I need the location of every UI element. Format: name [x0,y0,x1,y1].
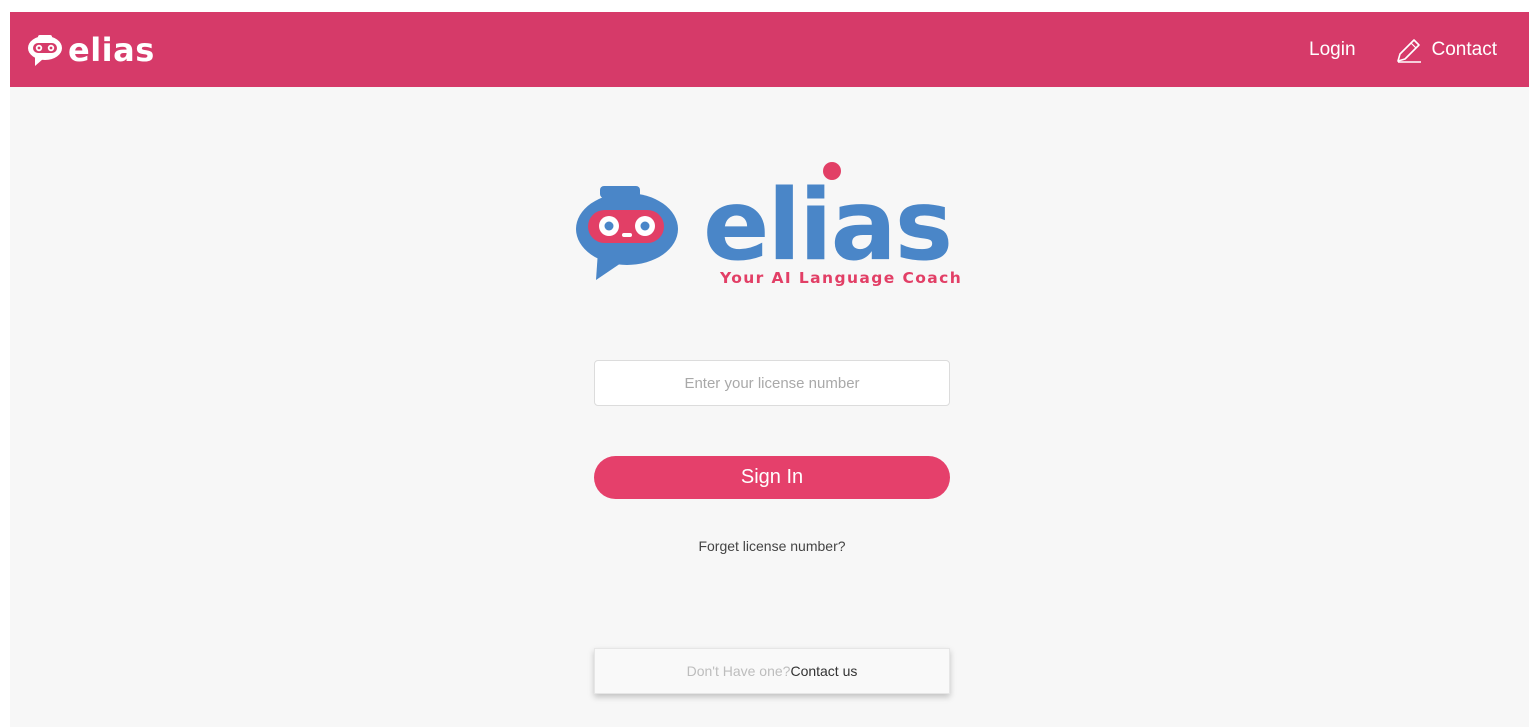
contact-us-link[interactable]: Contact us [790,663,857,679]
nav-links: Login Contact [1309,35,1497,65]
nav-contact-label: Contact [1431,38,1497,60]
hero-logo-graphic: elias Your AI Language Coach [576,162,962,287]
sign-in-button[interactable]: Sign In [594,456,950,499]
brand-name: elias [68,30,155,69]
logo-dot [823,162,841,180]
pen-icon [1396,38,1421,63]
app-container: elias Login Contact elias Your AI Langua… [10,12,1529,727]
brand[interactable]: elias [26,33,155,67]
nav-login-link[interactable]: Login [1309,39,1356,61]
contact-question: Don't Have one? [686,663,791,679]
hero-logo: elias Your AI Language Coach [575,156,975,292]
robot-chat-icon [576,186,678,280]
contact-prompt-box: Don't Have one? Contact us [594,648,950,694]
top-navbar: elias Login Contact [10,12,1529,87]
nav-contact-link[interactable]: Contact [1394,35,1497,65]
hero-tagline: Your AI Language Coach [719,269,962,287]
nav-login-label: Login [1309,38,1356,60]
hero-logo-text: elias [703,169,951,283]
robot-chat-icon [28,34,62,66]
license-number-input[interactable] [594,360,950,406]
forgot-license-link[interactable]: Forget license number? [594,538,950,554]
